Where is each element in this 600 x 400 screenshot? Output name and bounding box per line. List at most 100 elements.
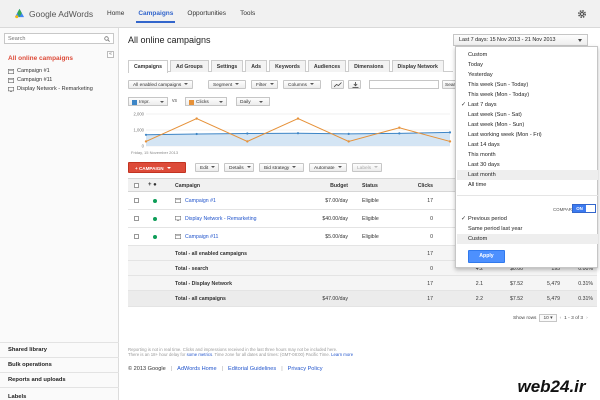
select-all-checkbox[interactable] — [134, 183, 139, 188]
sidebar-link-bulk-operations[interactable]: Bulk operations — [8, 362, 52, 368]
tab-display-network[interactable]: Display Network — [391, 60, 444, 72]
segment-button[interactable]: Segment — [208, 80, 246, 89]
date-range-dropdown: Custom Today Yesterday This week (Sun - … — [455, 46, 598, 268]
header-clicks[interactable]: Clicks — [403, 183, 433, 189]
footer-link-editorial[interactable]: Editorial Guidelines — [228, 366, 276, 372]
chevron-down-icon — [246, 166, 251, 169]
automate-button[interactable]: Automate — [309, 163, 347, 172]
sidebar-link-reports[interactable]: Reports and uploads — [8, 377, 66, 383]
campaign-link[interactable]: Display Network - Remarketing — [185, 216, 257, 222]
date-option-last-month[interactable]: Last month — [457, 170, 598, 180]
campaign-link[interactable]: Campaign #11 — [185, 234, 218, 240]
sidebar-link-labels[interactable]: Labels — [8, 394, 26, 400]
avg-pos-cell: 2.2 — [475, 296, 483, 302]
date-option-last-working-week[interactable]: Last working week (Mon - Fri) — [457, 130, 598, 140]
sidebar-title[interactable]: All online campaigns — [8, 55, 73, 62]
tab-ad-groups[interactable]: Ad Groups — [169, 60, 209, 72]
vs-label: vs — [172, 98, 177, 104]
compare-option-custom[interactable]: Custom — [457, 234, 598, 244]
search-input[interactable] — [5, 34, 101, 43]
tab-ads[interactable]: Ads — [245, 60, 268, 72]
gear-icon[interactable] — [577, 9, 587, 19]
search-button[interactable]: Sear — [442, 80, 456, 89]
enabled-status-icon[interactable] — [153, 235, 157, 239]
row-checkbox[interactable] — [134, 234, 139, 239]
budget-cell[interactable]: $7.00/day — [288, 198, 348, 204]
tab-settings[interactable]: Settings — [210, 60, 244, 72]
footer-link-privacy[interactable]: Privacy Policy — [288, 366, 323, 372]
nav-opportunities[interactable]: Opportunities — [187, 10, 226, 17]
footer-link-adwords-home[interactable]: AdWords Home — [177, 366, 216, 372]
nav-home[interactable]: Home — [107, 10, 124, 17]
sidebar-item-display-remarketing[interactable]: Display Network - Remarketing — [8, 86, 93, 92]
compare-option-same-period-last-year[interactable]: Same period last year — [457, 224, 598, 234]
date-option-today[interactable]: Today — [457, 60, 598, 70]
compare-toggle[interactable]: ON — [572, 204, 596, 213]
row-checkbox[interactable] — [134, 198, 139, 203]
rows-per-page-select[interactable]: 10 ▾ — [539, 314, 557, 322]
labels-button[interactable]: Labels — [352, 163, 382, 172]
enabled-status-icon[interactable] — [153, 199, 157, 203]
graph-toggle-button[interactable] — [331, 80, 344, 89]
enabled-campaigns-filter[interactable]: All enabled campaigns — [128, 80, 193, 89]
metric1-select[interactable]: Impr. — [128, 97, 168, 106]
period-label: Daily — [240, 99, 251, 105]
prev-page-icon[interactable]: ‹ — [560, 316, 562, 321]
date-option-custom[interactable]: Custom — [457, 50, 598, 60]
budget-cell[interactable]: $40.00/day — [288, 216, 348, 222]
sidebar-item-campaign-1[interactable]: Campaign #1 — [8, 68, 50, 74]
header-campaign[interactable]: Campaign — [175, 183, 200, 189]
download-button[interactable] — [348, 80, 361, 89]
header-budget[interactable]: Budget — [303, 183, 348, 189]
budget-cell[interactable]: $5.00/day — [288, 234, 348, 240]
next-page-icon[interactable]: › — [586, 316, 588, 321]
learn-more-link[interactable]: Learn more — [331, 352, 353, 357]
date-option-all-time[interactable]: All time — [457, 180, 598, 190]
cost-cell: $7.52 — [510, 296, 523, 302]
date-option-last-week-mon-sun[interactable]: Last week (Mon - Sun) — [457, 120, 598, 130]
sidebar-link-shared-library[interactable]: Shared library — [8, 347, 47, 353]
edit-button[interactable]: Edit — [195, 163, 219, 172]
campaign-link[interactable]: Campaign #1 — [185, 198, 216, 204]
sidebar-item-campaign-11[interactable]: Campaign #11 — [8, 77, 52, 83]
date-option-last-30-days[interactable]: Last 30 days — [457, 160, 598, 170]
adwords-logo[interactable]: Google AdWords — [14, 8, 93, 19]
tab-keywords[interactable]: Keywords — [269, 60, 306, 72]
period-select[interactable]: Daily — [236, 97, 270, 106]
date-option-this-week-mon[interactable]: This week (Mon - Today) — [457, 90, 598, 100]
details-button[interactable]: Details — [224, 163, 254, 172]
header-status[interactable]: Status — [362, 183, 378, 189]
tab-dimensions[interactable]: Dimensions — [348, 60, 390, 72]
nav-tools[interactable]: Tools — [240, 10, 255, 17]
collapse-sidebar-button[interactable]: « — [107, 51, 114, 58]
date-range-button[interactable]: Last 7 days: 15 Nov 2013 - 21 Nov 2013 — [453, 34, 588, 46]
delay-note-a: There is an 18+ hour delay for — [128, 352, 187, 357]
date-option-last-14-days[interactable]: Last 14 days — [457, 140, 598, 150]
tab-campaigns[interactable]: Campaigns — [128, 60, 168, 73]
date-option-last-7-days[interactable]: ✓ Last 7 days — [457, 100, 598, 110]
automate-label: Automate — [314, 165, 335, 171]
bid-strategy-button[interactable]: Bid strategy — [259, 163, 304, 172]
chart-date-label: Friday, 15 November 2013 — [131, 150, 179, 155]
impr-cell: 5,479 — [547, 281, 560, 287]
tab-audiences[interactable]: Audiences — [307, 60, 347, 72]
date-option-this-week-sun[interactable]: This week (Sun - Today) — [457, 80, 598, 90]
some-metrics-link[interactable]: some metrics — [187, 352, 213, 357]
search-icon[interactable] — [104, 36, 110, 42]
status-cell: Eligible — [362, 216, 379, 222]
impr-point — [398, 132, 401, 135]
filter-button[interactable]: Filter — [251, 80, 278, 89]
campaign-search-input[interactable] — [369, 80, 439, 89]
enabled-status-icon[interactable] — [153, 217, 157, 221]
compare-option-previous-period[interactable]: ✓ Previous period — [457, 214, 598, 224]
nav-campaigns[interactable]: Campaigns — [136, 10, 176, 23]
date-option-this-month[interactable]: This month — [457, 150, 598, 160]
date-option-last-week-sun-sat[interactable]: Last week (Sun - Sat) — [457, 110, 598, 120]
add-campaign-button[interactable]: + CAMPAIGN — [128, 162, 186, 173]
row-checkbox[interactable] — [134, 216, 139, 221]
apply-button[interactable]: Apply — [468, 250, 505, 263]
status-filter-icon[interactable]: + ● — [148, 182, 157, 188]
date-option-yesterday[interactable]: Yesterday — [457, 70, 598, 80]
metric2-select[interactable]: Clicks — [185, 97, 227, 106]
columns-button[interactable]: Columns — [283, 80, 321, 89]
